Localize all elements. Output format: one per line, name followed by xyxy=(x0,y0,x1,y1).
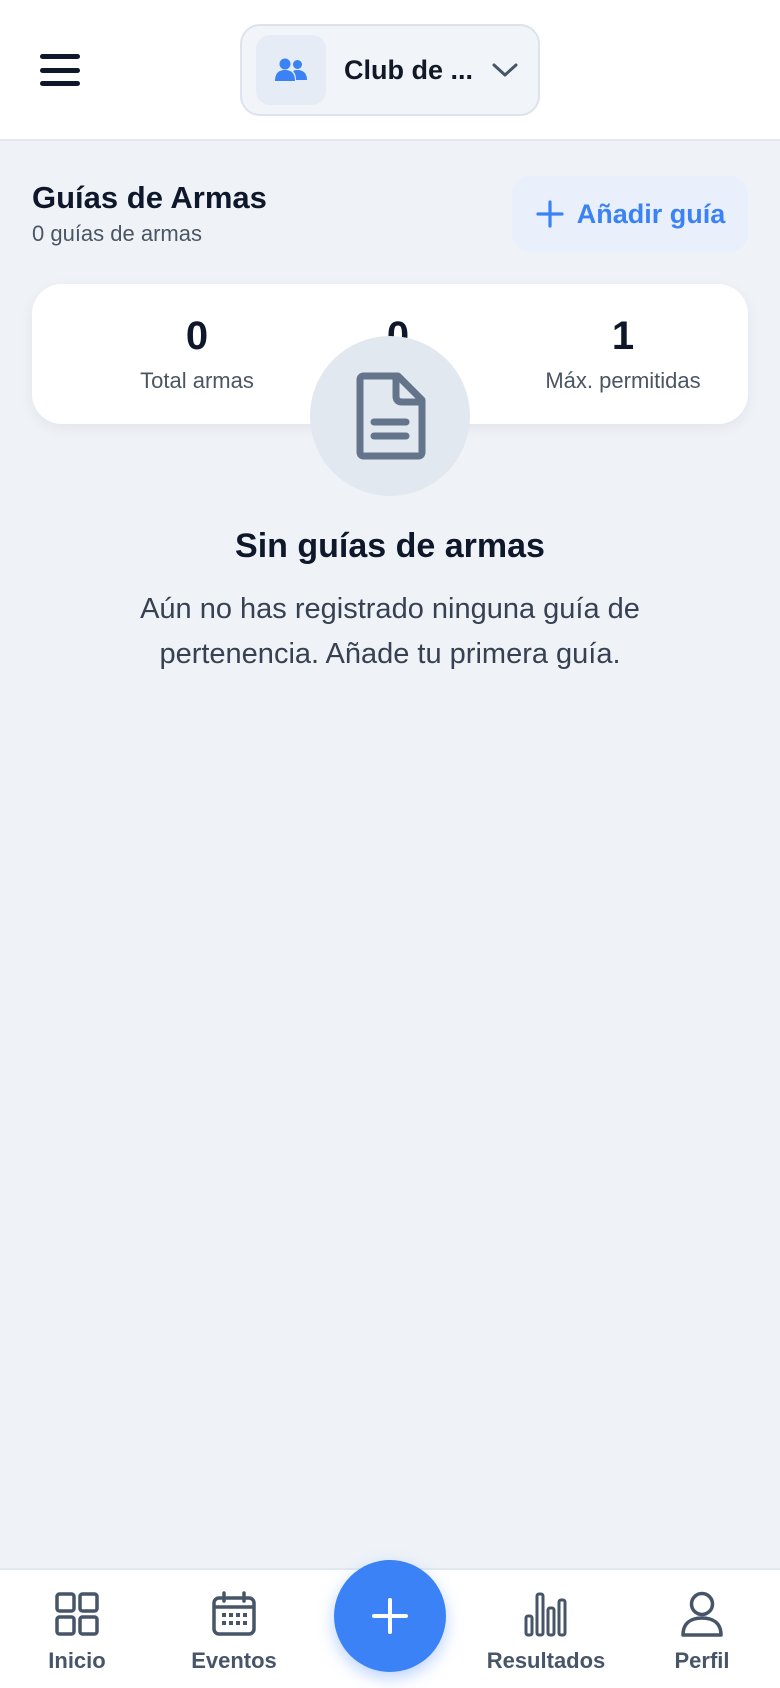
grid-icon xyxy=(2,1588,152,1640)
club-selector[interactable]: Club de ... xyxy=(240,24,540,116)
empty-state-description: Aún no has registrado ninguna guía de pe… xyxy=(140,593,640,670)
stat-value: 0 xyxy=(185,314,209,358)
nav-item-resultados[interactable]: Resultados xyxy=(471,1588,621,1674)
stat-value: 1 xyxy=(611,314,635,358)
top-header: Club de ... xyxy=(0,0,780,141)
nav-label: Perfil xyxy=(674,1648,730,1673)
bar-chart-icon xyxy=(471,1588,621,1640)
user-icon xyxy=(627,1588,777,1640)
add-guide-button[interactable]: Añadir guía xyxy=(512,176,748,252)
stat-max: 1 Máx. permitidas xyxy=(513,316,733,394)
nav-label: Inicio xyxy=(48,1648,106,1673)
nav-item-perfil[interactable]: Perfil xyxy=(627,1588,777,1674)
add-fab-button[interactable] xyxy=(334,1560,446,1672)
nav-label: Resultados xyxy=(486,1648,606,1673)
chevron-down-icon xyxy=(490,55,520,85)
calendar-icon xyxy=(159,1588,309,1640)
nav-item-eventos[interactable]: Eventos xyxy=(159,1588,309,1674)
nav-item-inicio[interactable]: Inicio xyxy=(2,1588,152,1674)
stat-total: 0 Total armas xyxy=(87,316,307,394)
stat-label: Máx. permitidas xyxy=(545,368,701,393)
stat-label: Total armas xyxy=(140,368,254,393)
hamburger-menu-icon[interactable] xyxy=(36,48,84,92)
add-guide-label: Añadir guía xyxy=(576,198,726,229)
page-title: Guías de Armas xyxy=(32,180,267,215)
plus-icon xyxy=(535,199,565,229)
plus-icon xyxy=(372,1598,408,1634)
page-subtitle: 0 guías de armas xyxy=(32,221,202,246)
document-icon xyxy=(310,336,470,496)
app-root: Club de ... Guías de Armas 0 guías de ar… xyxy=(0,0,780,1688)
nav-label: Eventos xyxy=(191,1648,277,1673)
empty-state-title: Sin guías de armas xyxy=(235,527,545,565)
users-icon xyxy=(256,35,326,105)
club-name: Club de ... xyxy=(344,54,474,85)
